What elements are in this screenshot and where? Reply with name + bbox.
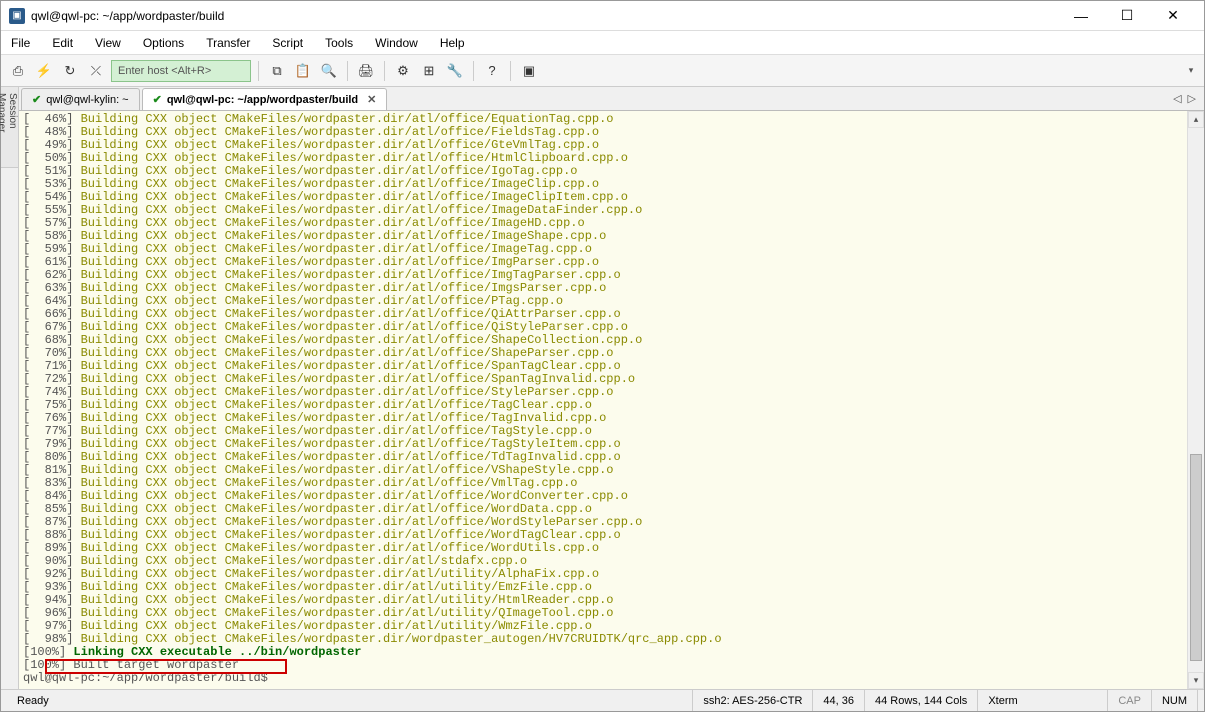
separator — [384, 61, 385, 81]
options-icon[interactable]: 🔧 — [444, 60, 466, 82]
close-tab-icon[interactable]: ✕ — [367, 93, 376, 106]
status-dimensions: 44 Rows, 144 Cols — [865, 690, 978, 711]
vertical-scrollbar[interactable]: ▴ ▾ — [1187, 111, 1204, 689]
status-connection: ssh2: AES-256-CTR — [693, 690, 813, 711]
session-tab-0[interactable]: ✔ qwl@qwl-kylin: ~ — [21, 88, 140, 110]
menu-view[interactable]: View — [93, 34, 123, 52]
toolbar: ⎙ ⚡ ↻ ⤫ Enter host <Alt+R> ⧉ 📋 🔍 🖨 ⚙ ⊞ 🔧… — [1, 55, 1204, 87]
close-button[interactable]: ✕ — [1150, 1, 1196, 31]
scroll-up-icon[interactable]: ▴ — [1188, 111, 1204, 128]
status-bar: Ready ssh2: AES-256-CTR 44, 36 44 Rows, … — [1, 689, 1204, 711]
menu-edit[interactable]: Edit — [50, 34, 75, 52]
host-input[interactable]: Enter host <Alt+R> — [111, 60, 251, 82]
terminal-output[interactable]: [ 46%] Building CXX object CMakeFiles/wo… — [19, 111, 1187, 689]
menu-options[interactable]: Options — [141, 34, 186, 52]
status-term-type: Xterm — [978, 690, 1108, 711]
properties-icon[interactable]: ⚙ — [392, 60, 414, 82]
app-icon: ▣ — [9, 8, 25, 24]
scroll-down-icon[interactable]: ▾ — [1188, 672, 1204, 689]
tab-label: qwl@qwl-kylin: ~ — [46, 94, 128, 106]
separator — [258, 61, 259, 81]
menu-file[interactable]: File — [9, 34, 32, 52]
minimize-button[interactable]: — — [1058, 1, 1104, 31]
titlebar: ▣ qwl@qwl-pc: ~/app/wordpaster/build — ☐… — [1, 1, 1204, 31]
connect-icon[interactable]: ⎙ — [7, 60, 29, 82]
separator — [510, 61, 511, 81]
side-gutter — [1, 111, 19, 689]
status-cursor-pos: 44, 36 — [813, 690, 865, 711]
tab-prev-icon[interactable]: ◁ — [1173, 92, 1181, 105]
reconnect-icon[interactable]: ↻ — [59, 60, 81, 82]
maximize-button[interactable]: ☐ — [1104, 1, 1150, 31]
help-icon[interactable]: ? — [481, 60, 503, 82]
session-options-icon[interactable]: ⊞ — [418, 60, 440, 82]
disconnect-icon[interactable]: ⤫ — [85, 60, 107, 82]
check-icon: ✔ — [32, 93, 41, 106]
session-tab-1[interactable]: ✔ qwl@qwl-pc: ~/app/wordpaster/build ✕ — [142, 88, 388, 110]
check-icon: ✔ — [153, 93, 162, 106]
tab-bar: ✔ qwl@qwl-kylin: ~ ✔ qwl@qwl-pc: ~/app/w… — [1, 87, 1204, 111]
tab-next-icon[interactable]: ▷ — [1188, 92, 1196, 105]
separator — [347, 61, 348, 81]
status-caps: CAP — [1108, 690, 1152, 711]
tab-label: qwl@qwl-pc: ~/app/wordpaster/build — [167, 94, 358, 106]
find-icon[interactable]: 🔍 — [318, 60, 340, 82]
menu-transfer[interactable]: Transfer — [204, 34, 252, 52]
status-ready: Ready — [7, 690, 693, 711]
scroll-track[interactable] — [1188, 128, 1204, 672]
quick-connect-icon[interactable]: ⚡ — [33, 60, 55, 82]
menu-help[interactable]: Help — [438, 34, 467, 52]
session-manager-tab[interactable]: Session Manager — [1, 86, 19, 168]
menu-script[interactable]: Script — [270, 34, 305, 52]
separator — [473, 61, 474, 81]
scroll-thumb[interactable] — [1190, 454, 1202, 661]
copy-icon[interactable]: ⧉ — [266, 60, 288, 82]
menu-tools[interactable]: Tools — [323, 34, 355, 52]
toolbar-overflow-icon[interactable]: ▾ — [1184, 65, 1198, 76]
app-icon-tb[interactable]: ▣ — [518, 60, 540, 82]
paste-icon[interactable]: 📋 — [292, 60, 314, 82]
menu-window[interactable]: Window — [373, 34, 420, 52]
window-title: qwl@qwl-pc: ~/app/wordpaster/build — [31, 9, 1058, 23]
menubar: File Edit View Options Transfer Script T… — [1, 31, 1204, 55]
status-num: NUM — [1152, 690, 1198, 711]
print-icon[interactable]: 🖨 — [355, 60, 377, 82]
